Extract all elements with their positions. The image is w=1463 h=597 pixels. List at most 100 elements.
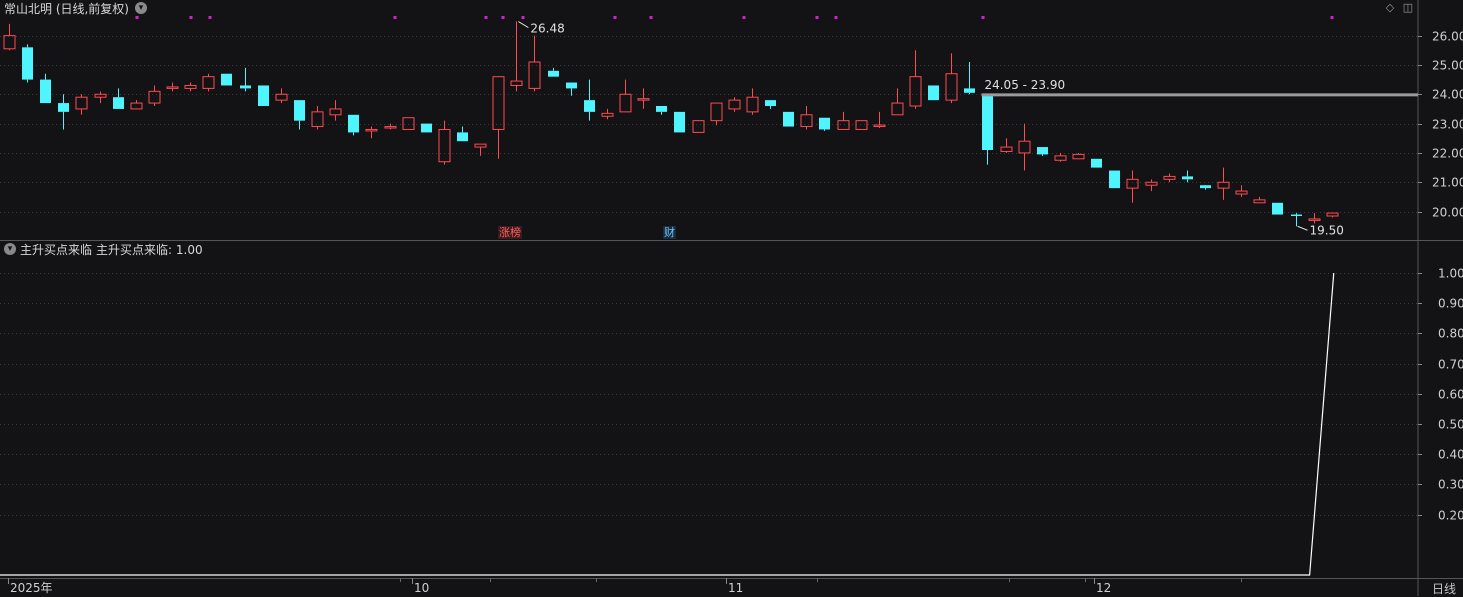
candle-body <box>1126 178 1139 189</box>
indicator-tick-label: 1.00 <box>1438 267 1463 281</box>
candle-body <box>548 70 559 77</box>
price-tick-label: 26.00 <box>1432 30 1463 44</box>
candle-body <box>873 124 886 128</box>
candle-body <box>329 108 342 116</box>
candle-body <box>510 80 523 86</box>
candle-body <box>1109 170 1120 189</box>
candle-body <box>474 143 487 148</box>
candle-body <box>1163 175 1176 180</box>
candle-body <box>728 99 741 110</box>
indicator-tick-label: 0.60 <box>1438 388 1463 402</box>
candle-body <box>1145 181 1158 186</box>
candle-body <box>221 73 232 86</box>
candle-body <box>348 114 359 133</box>
candle-body <box>656 106 667 112</box>
candle-body <box>601 112 614 117</box>
indicator-tick-label: 0.80 <box>1438 327 1463 341</box>
event-marker <box>501 16 505 19</box>
event-marker <box>521 16 525 19</box>
indicator-tick-label: 0.70 <box>1438 358 1463 372</box>
candle-body <box>275 93 288 101</box>
candle-body <box>402 117 415 130</box>
candle-body <box>528 61 541 89</box>
time-tick-label: 2025年 <box>10 581 53 595</box>
candle-body <box>384 126 397 129</box>
event-marker <box>742 16 746 19</box>
candle-body <box>819 117 830 130</box>
range-line <box>981 93 1418 97</box>
price-tick-label: 21.00 <box>1432 176 1463 190</box>
candle-body <box>1018 140 1031 154</box>
candle-body <box>40 79 51 104</box>
event-marker <box>815 16 819 19</box>
candle-body <box>1272 202 1283 215</box>
candle-body <box>457 132 468 142</box>
candle-body <box>891 102 904 116</box>
candle-body <box>1054 155 1067 161</box>
candle-body <box>909 76 922 107</box>
candle-body <box>765 100 776 106</box>
event-marker <box>135 16 139 19</box>
candle-body <box>184 84 197 89</box>
candle-body <box>855 120 868 130</box>
candle-body <box>783 111 794 127</box>
candle-body <box>566 82 577 89</box>
candle-body <box>800 114 813 128</box>
candle-body <box>1091 158 1102 168</box>
price-tick-label: 20.00 <box>1432 206 1463 220</box>
candle-body <box>746 96 759 113</box>
candle-body <box>22 47 33 80</box>
candle-body <box>674 111 685 133</box>
candle-body <box>928 85 939 101</box>
candle-body <box>1253 199 1266 204</box>
candle-body <box>1308 218 1321 221</box>
candle-body <box>710 102 723 122</box>
candle-body <box>75 96 88 110</box>
high-label: 26.48 <box>530 22 564 36</box>
event-marker <box>189 16 193 19</box>
event-marker <box>1330 16 1334 19</box>
candle-body <box>1217 181 1230 189</box>
low-pointer <box>1297 225 1308 231</box>
candle-body <box>148 90 161 104</box>
time-tick-label: 11 <box>728 581 743 595</box>
candle-body <box>94 93 107 98</box>
candle-body <box>692 120 705 133</box>
time-tick-label: 10 <box>414 581 429 595</box>
candle-body <box>1037 147 1048 155</box>
event-marker <box>649 16 653 19</box>
low-label: 19.50 <box>1310 223 1344 237</box>
candle-body <box>294 100 305 121</box>
candle-body <box>1072 153 1085 160</box>
time-tick-label: 12 <box>1096 581 1111 595</box>
candle-body <box>837 120 850 130</box>
candle-body <box>982 95 993 150</box>
price-tick-label: 23.00 <box>1432 118 1463 132</box>
candle-body <box>202 76 215 89</box>
candle-body <box>492 76 505 130</box>
candle-body <box>945 73 958 101</box>
candle-body <box>1182 176 1193 180</box>
candle-body <box>637 98 650 101</box>
candle-body <box>365 128 378 132</box>
candle-body <box>438 128 451 163</box>
candle-body <box>1235 190 1248 195</box>
candle-body <box>964 88 975 93</box>
event-marker <box>393 16 397 19</box>
candle-body <box>619 93 632 113</box>
candle-body <box>166 86 179 89</box>
candle-body <box>58 103 69 112</box>
event-marker <box>613 16 617 19</box>
candle-body <box>584 100 595 112</box>
indicator-tick-label: 0.50 <box>1438 418 1463 432</box>
event-marker <box>834 16 838 19</box>
candle-body <box>130 102 143 110</box>
candle-body <box>113 97 124 109</box>
event-marker <box>484 16 488 19</box>
candle-body <box>1000 146 1013 152</box>
candle-body <box>3 35 16 50</box>
indicator-tick-label: 0.90 <box>1438 297 1463 311</box>
price-tick-label: 25.00 <box>1432 59 1463 73</box>
event-marker <box>208 16 212 19</box>
indicator-tick-label: 0.20 <box>1438 509 1463 523</box>
